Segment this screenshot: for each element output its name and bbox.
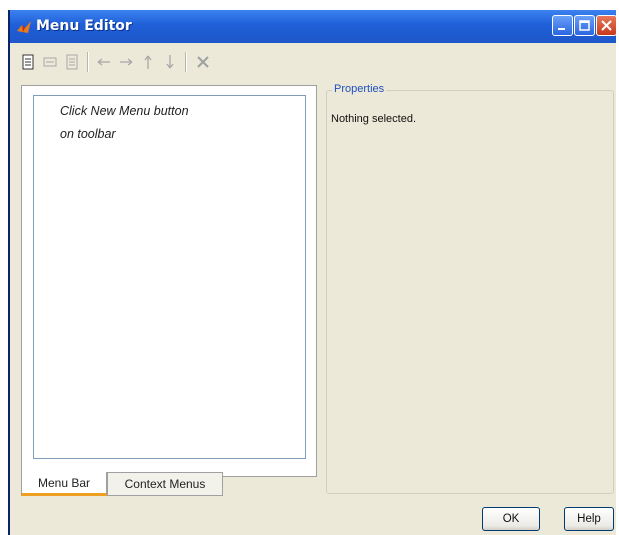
empty-tree-hint: Click New Menu button on toolbar [60, 100, 189, 146]
close-button[interactable] [596, 15, 617, 36]
title-bar[interactable]: Menu Editor [10, 10, 617, 43]
menu-tree-panel: Click New Menu button on toolbar [21, 85, 317, 477]
hint-line: on toolbar [60, 127, 116, 141]
matlab-logo-icon [16, 19, 32, 35]
toolbar-separator [185, 52, 187, 72]
new-context-menu-button[interactable] [62, 52, 82, 72]
move-up-icon [144, 55, 152, 69]
minimize-button[interactable] [552, 15, 573, 36]
tab-context-menus[interactable]: Context Menus [107, 472, 223, 496]
menu-tree[interactable]: Click New Menu button on toolbar [33, 95, 306, 459]
help-button[interactable]: Help [564, 507, 614, 531]
ok-button[interactable]: OK [482, 507, 540, 531]
hint-line: Click New Menu button [60, 104, 189, 118]
toolbar-separator [87, 52, 89, 72]
properties-legend: Properties [332, 83, 387, 95]
new-menu-icon [22, 54, 34, 70]
move-down-icon [166, 55, 174, 69]
window-title: Menu Editor [36, 18, 132, 34]
delete-icon [197, 56, 209, 68]
toolbar [10, 43, 616, 83]
new-menu-button[interactable] [18, 52, 38, 72]
delete-button[interactable] [193, 52, 213, 72]
new-menu-item-icon [43, 57, 57, 67]
move-right-button[interactable] [116, 52, 136, 72]
menu-editor-window: Menu Editor Click New Menu button on too… [8, 10, 617, 535]
properties-group: Properties Nothing selected. [326, 83, 614, 494]
close-icon [601, 20, 612, 31]
minimize-icon [558, 28, 565, 30]
maximize-icon [579, 20, 590, 31]
tab-menu-bar[interactable]: Menu Bar [21, 472, 107, 496]
move-left-button[interactable] [94, 52, 114, 72]
properties-empty-text: Nothing selected. [331, 113, 416, 125]
new-menu-item-button[interactable] [40, 52, 60, 72]
new-context-menu-icon [66, 54, 78, 70]
menu-tabs: Menu Bar Context Menus [21, 472, 321, 498]
maximize-button[interactable] [574, 15, 595, 36]
move-down-button[interactable] [160, 52, 180, 72]
move-up-button[interactable] [138, 52, 158, 72]
move-right-icon [120, 58, 133, 66]
move-left-icon [97, 58, 110, 66]
